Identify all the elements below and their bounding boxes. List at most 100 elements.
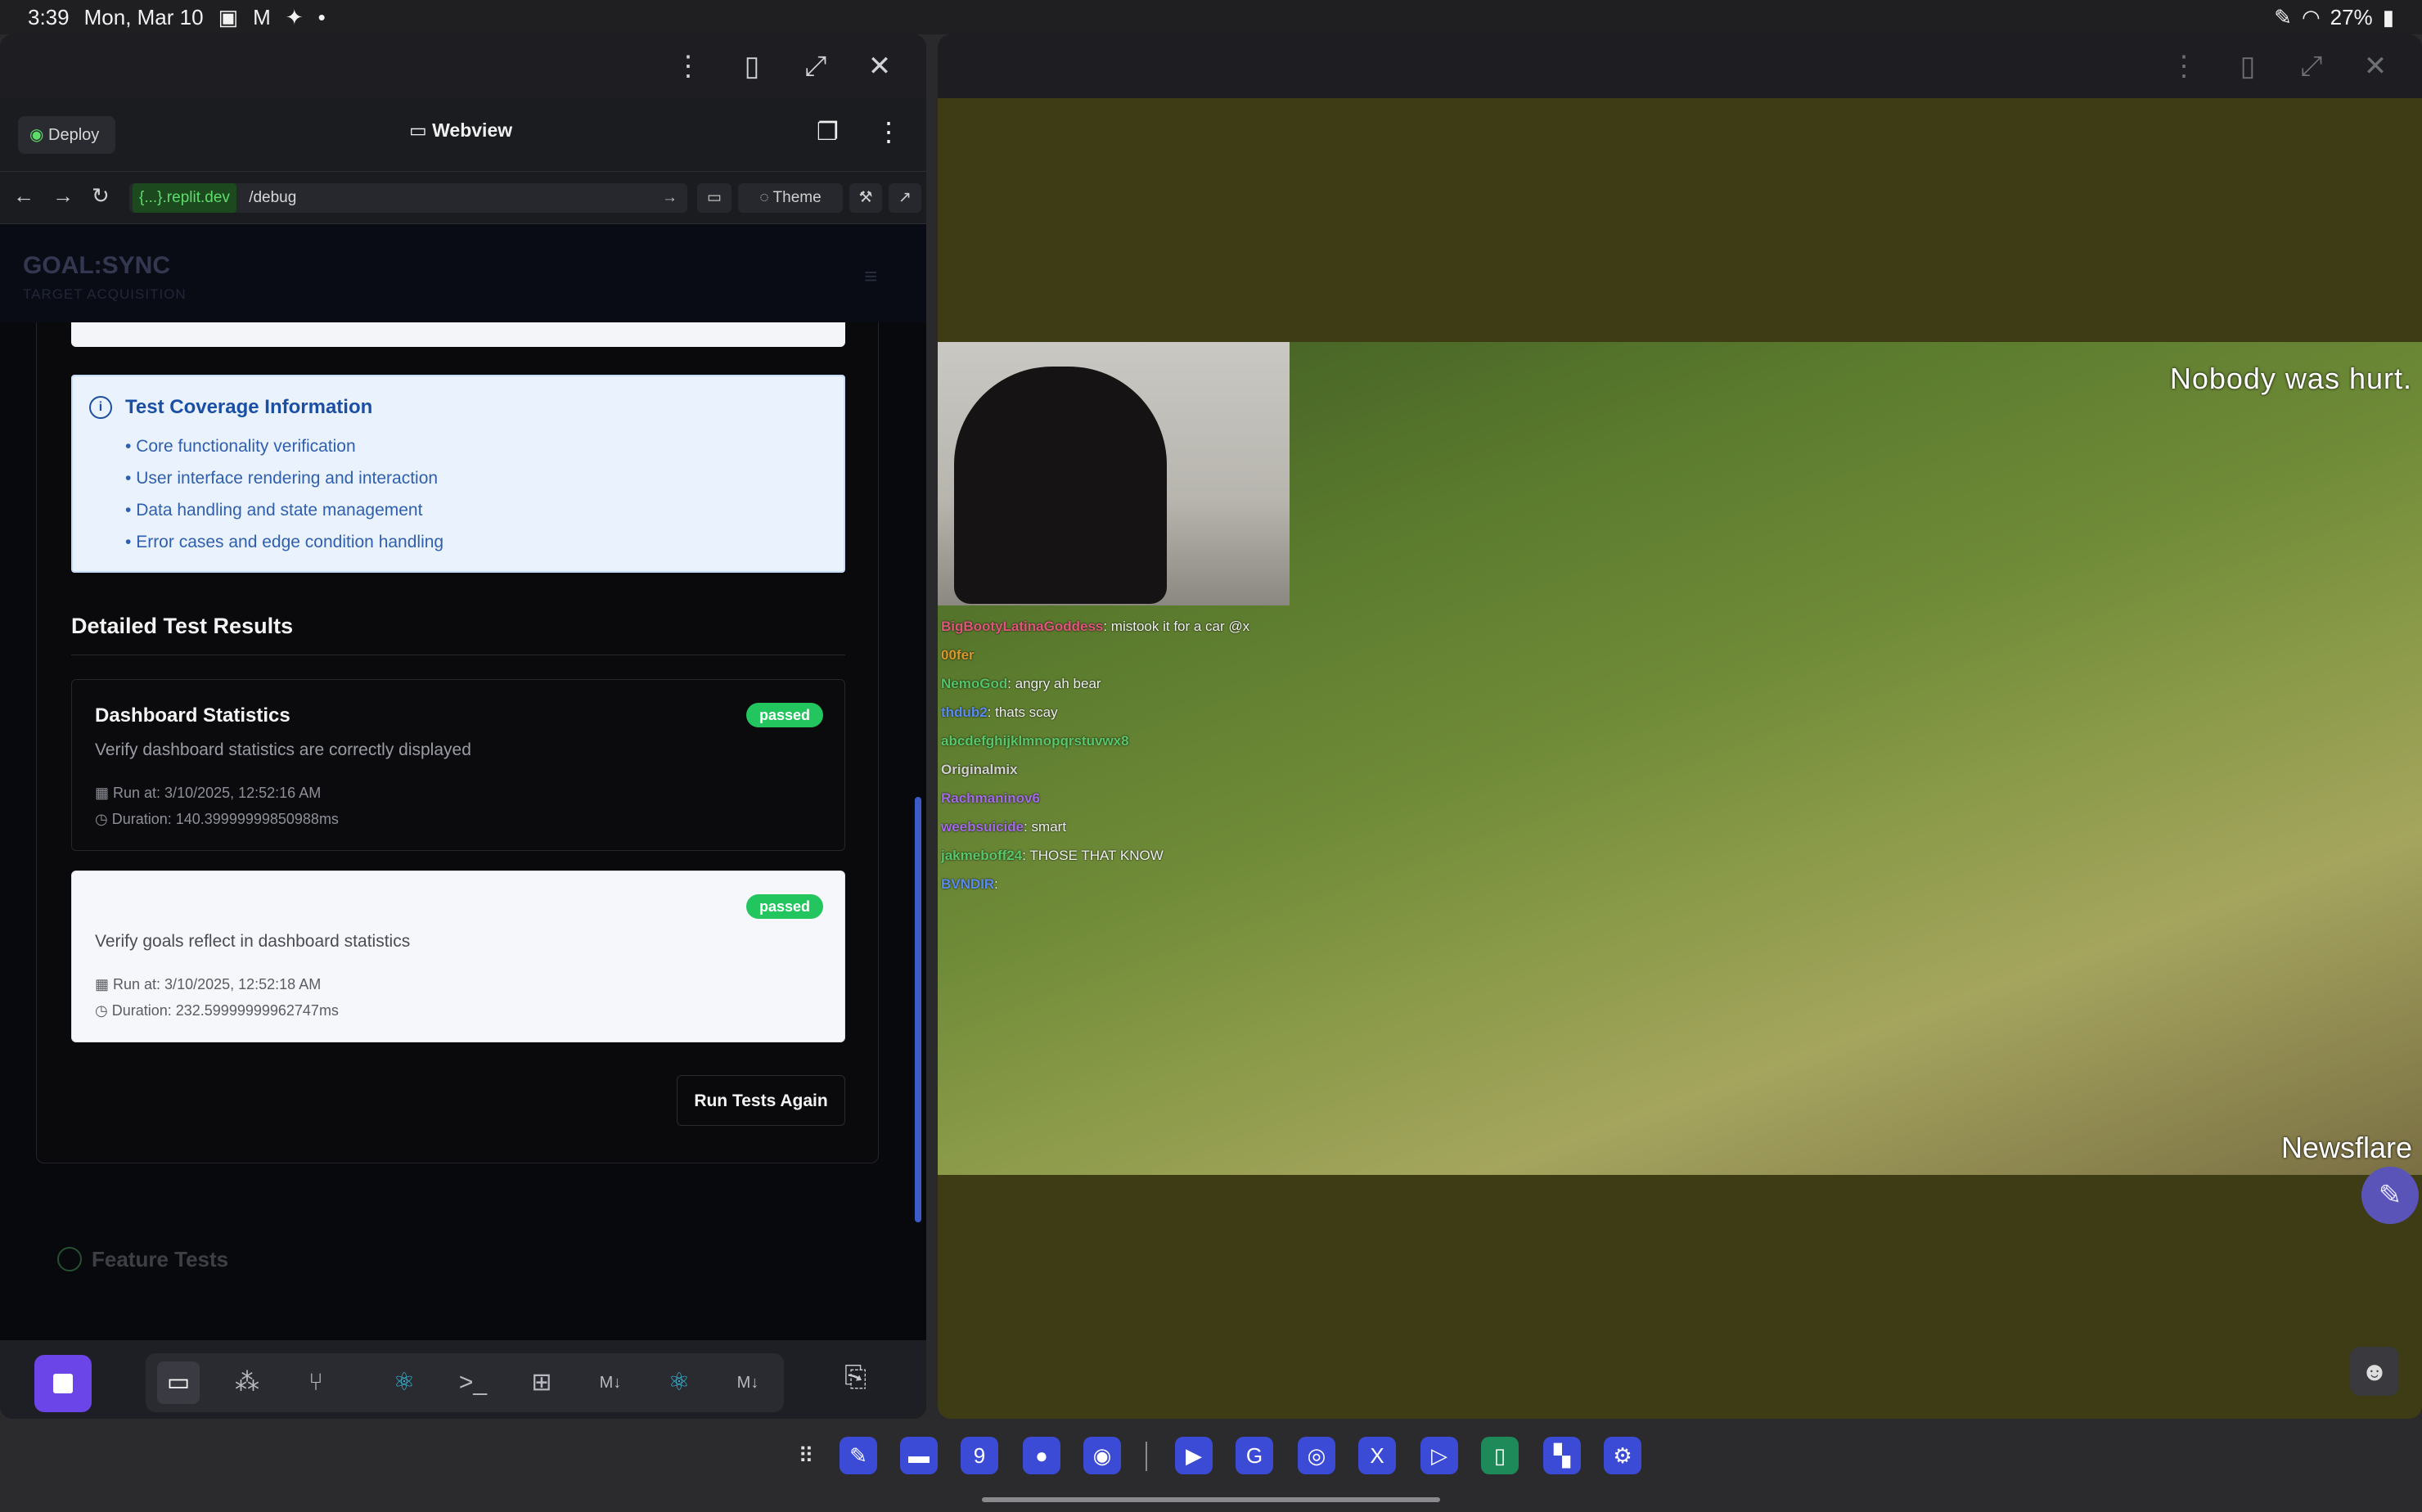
forward-arrow-icon[interactable]: → — [52, 183, 74, 209]
youtube-app-icon[interactable]: ▶ — [1175, 1437, 1213, 1474]
window-grid-icon[interactable]: ⋮ — [2168, 51, 2199, 82]
status-date: Mon, Mar 10 — [83, 5, 204, 29]
test-description: Verify dashboard statistics are correctl… — [95, 740, 471, 759]
webview-content: GOAL:SYNC TARGET ACQUISITION ≡ i Test Co… — [0, 224, 926, 1340]
stop-button[interactable] — [34, 1355, 92, 1412]
taskbar: ⠿ ✎ ▬ 9 ● ◉ ▶ G ◎ X ▷ ▯ ▚ ⚙ — [0, 1419, 2422, 1512]
webview-title-text: Webview — [432, 119, 513, 141]
webview-tool-icon[interactable]: ▭ — [157, 1361, 200, 1404]
chat-username: Originalmix — [941, 762, 1018, 777]
scrollbar[interactable] — [915, 797, 921, 1222]
chat-text: : angry ah bear — [1007, 676, 1101, 691]
chat-message: thdub2: thats scay — [941, 698, 1293, 727]
info-item: • User interface rendering and interacti… — [125, 469, 439, 488]
calendar-icon: ▦ — [95, 976, 114, 992]
chat-username: weebsuicide — [941, 819, 1024, 835]
close-window-icon[interactable]: ✕ — [2360, 51, 2391, 82]
app-subtitle: TARGET ACQUISITION — [23, 286, 187, 302]
palette-icon: ◌ — [759, 189, 773, 206]
app-title: GOAL:SYNC — [23, 252, 170, 279]
app-header: GOAL:SYNC TARGET ACQUISITION ≡ — [0, 224, 926, 322]
chat-text: : THOSE THAT KNOW — [1022, 848, 1164, 863]
test-coverage-info: i Test Coverage Information • Core funct… — [71, 375, 845, 573]
markdown-file-tool-icon[interactable]: M↓ — [727, 1361, 769, 1404]
test-run-at: ▦ Run at: 3/10/2025, 12:52:16 AM — [95, 785, 322, 801]
chrome-app-icon[interactable]: ◎ — [1298, 1437, 1335, 1474]
maximize-icon[interactable]: ⤢ — [800, 51, 831, 82]
info-title: Test Coverage Information — [125, 396, 373, 418]
google-app-icon[interactable]: G — [1236, 1437, 1273, 1474]
close-window-icon[interactable]: ✕ — [864, 51, 895, 82]
back-arrow-icon[interactable]: ← — [13, 183, 34, 209]
react-file-tool-icon[interactable]: ⚛ — [658, 1361, 700, 1404]
window-grid-icon[interactable]: ⋮ — [673, 51, 704, 82]
messages-app-icon[interactable]: ● — [1023, 1437, 1060, 1474]
info-item: • Error cases and edge condition handlin… — [125, 533, 444, 551]
react-tool-icon[interactable]: ⚛ — [383, 1361, 425, 1404]
status-badge: passed — [745, 894, 823, 919]
status-time: 3:39 — [28, 5, 70, 29]
hamburger-menu-icon[interactable]: ≡ — [864, 263, 877, 290]
split-view-icon[interactable]: ▯ — [2232, 51, 2263, 82]
go-arrow-icon[interactable]: → — [662, 183, 678, 213]
files-app-icon[interactable]: ▬ — [900, 1437, 938, 1474]
notes-app-icon[interactable]: ✎ — [840, 1437, 877, 1474]
shortcuts-app-icon[interactable]: ▚ — [1543, 1437, 1581, 1474]
url-path: /debug — [249, 189, 297, 206]
feature-tests-section: Feature Tests — [0, 1231, 926, 1340]
apps-tool-icon[interactable]: ⁂ — [226, 1361, 268, 1404]
chat-message: abcdefghijklmnopqrstuvwx8 — [941, 727, 1293, 755]
run-tests-again-button[interactable]: Run Tests Again — [677, 1075, 845, 1126]
tool-tabs: ▭ ⁂ ⑂ ⚛ >_ ⊞ M↓ ⚛ M↓ — [146, 1353, 784, 1412]
url-input[interactable]: {...}.replit.dev /debug → — [129, 183, 687, 213]
chat-username: NemoGod — [941, 676, 1008, 691]
calendar-app-icon[interactable]: 9 — [961, 1437, 998, 1474]
app-mascot-icon[interactable]: ☻ — [2350, 1347, 2399, 1396]
test-result-card: passed Verify goals reflect in dashboard… — [71, 871, 845, 1042]
chat-overlay: BigBootyLatinaGoddess: mistook it for a … — [941, 612, 1293, 898]
replit-bottom-dock: ▭ ⁂ ⑂ ⚛ >_ ⊞ M↓ ⚛ M↓ ⎘ — [0, 1340, 926, 1419]
chat-text: : mistook it for a car @x — [1103, 619, 1250, 634]
video-watermark: Newsflare — [2280, 1131, 2412, 1164]
x-app-icon[interactable]: X — [1358, 1437, 1396, 1474]
split-view-icon[interactable]: ▯ — [736, 51, 768, 82]
toggle-panel-icon[interactable]: ⎘ — [844, 1361, 867, 1393]
chat-message: 00fer — [941, 641, 1293, 669]
url-host: {...}.replit.dev — [133, 183, 236, 213]
app-drawer-icon[interactable]: ⠿ — [787, 1437, 825, 1474]
device-preview-icon[interactable]: ▭ — [697, 183, 732, 213]
camera-app-icon[interactable]: ◉ — [1083, 1437, 1121, 1474]
chat-username: 00fer — [941, 647, 975, 663]
monitor-icon: ▭ — [409, 119, 433, 141]
right-window-titlebar: ⋮ ▯ ⤢ ✕ — [938, 34, 2422, 98]
battery-icon: ▮ — [2382, 5, 2394, 29]
markdown-tool-icon[interactable]: M↓ — [589, 1361, 632, 1404]
left-window-titlebar: ⋮ ▯ ⤢ ✕ — [0, 34, 926, 98]
open-external-icon[interactable]: ↗ — [889, 183, 921, 213]
info-item: • Data handling and state management — [125, 501, 423, 520]
chat-message: jakmeboff24: THOSE THAT KNOW — [941, 841, 1293, 870]
chat-message: Originalmix — [941, 755, 1293, 784]
devtools-icon[interactable]: ⚒ — [849, 183, 882, 213]
clock-icon: ◷ — [95, 1002, 112, 1019]
edit-pen-button[interactable]: ✎ — [2361, 1167, 2419, 1224]
play-store-app-icon[interactable]: ▷ — [1420, 1437, 1458, 1474]
clock-icon: ◷ — [95, 811, 112, 827]
test-duration: ◷ Duration: 140.39999999850988ms — [95, 811, 339, 827]
reload-icon[interactable]: ↻ — [92, 183, 110, 209]
deploy-button[interactable]: ◉ Deploy — [18, 116, 116, 154]
home-indicator[interactable] — [982, 1497, 1440, 1502]
tabs-overview-icon[interactable]: ❐ — [817, 118, 839, 146]
settings-app-icon[interactable]: ⚙ — [1604, 1437, 1641, 1474]
git-tool-icon[interactable]: ⑂ — [295, 1361, 337, 1404]
workflow-tool-icon[interactable]: ⊞ — [520, 1361, 563, 1404]
chat-message: weebsuicide: smart — [941, 812, 1293, 841]
phone-app-icon[interactable]: ▯ — [1481, 1437, 1519, 1474]
more-options-icon[interactable]: ⋮ — [876, 116, 902, 147]
shell-tool-icon[interactable]: >_ — [452, 1361, 494, 1404]
calendar-icon: ▦ — [95, 785, 114, 801]
test-results-card: i Test Coverage Information • Core funct… — [36, 322, 879, 1163]
theme-button[interactable]: ◌ Theme — [738, 183, 843, 213]
maximize-icon[interactable]: ⤢ — [2296, 51, 2327, 82]
video-player[interactable]: Nobody was hurt. Newsflare BigBootyLatin… — [938, 342, 2422, 1175]
